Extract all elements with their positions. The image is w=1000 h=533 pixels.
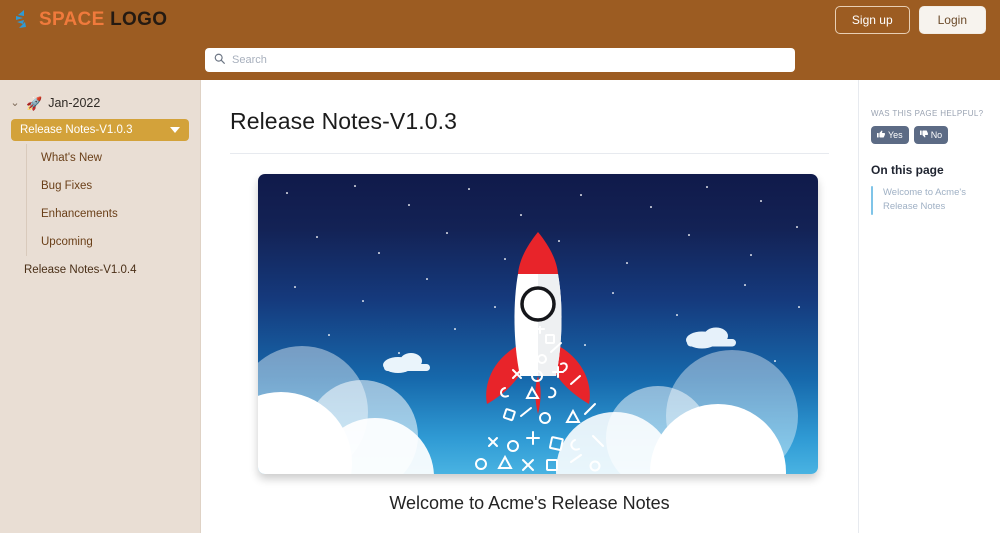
rocket-launch-illustration: [258, 174, 818, 474]
search-icon: [214, 51, 225, 69]
brand-name-primary: SPACE: [39, 9, 105, 30]
vote-no-button[interactable]: No: [913, 126, 949, 144]
sidebar-subnav: What's New Bug Fixes Enhancements Upcomi…: [26, 144, 200, 256]
rocket-icon: 🚀: [26, 95, 43, 111]
search-container[interactable]: [205, 48, 795, 72]
sidebar-item-bug-fixes[interactable]: Bug Fixes: [41, 172, 200, 200]
login-button[interactable]: Login: [918, 6, 986, 34]
vote-yes-label: Yes: [888, 130, 903, 140]
sign-up-button[interactable]: Sign up: [834, 6, 910, 34]
caret-down-icon[interactable]: [170, 127, 180, 133]
small-cloud-left: [383, 353, 430, 373]
toc-item-welcome[interactable]: Welcome to Acme's Release Notes: [883, 186, 990, 215]
sidebar-active-item-label: Release Notes-V1.0.3: [20, 124, 133, 136]
top-header: SPACE LOGO Sign up Login: [0, 0, 1000, 40]
left-sidebar: ⌄ 🚀 Jan-2022 Release Notes-V1.0.3 What's…: [0, 80, 201, 533]
sidebar-item-release-notes-v104[interactable]: Release Notes-V1.0.4: [0, 256, 200, 284]
hero-image-wrap: [201, 154, 858, 474]
thumbs-down-icon: [919, 130, 928, 140]
sidebar-group-label: Jan-2022: [48, 96, 101, 110]
hero-caption: Welcome to Acme's Release Notes: [389, 493, 670, 513]
vote-yes-button[interactable]: Yes: [871, 126, 909, 144]
chevron-down-icon: ⌄: [10, 96, 20, 109]
sidebar-item-release-notes-v103[interactable]: Release Notes-V1.0.3: [11, 119, 189, 141]
page-helpful-label: WAS THIS PAGE HELPFUL?: [871, 109, 984, 118]
small-cloud-right: [686, 327, 736, 349]
thumbs-up-icon: [877, 130, 885, 140]
toc-active-indicator: [871, 186, 873, 215]
header-actions: Sign up Login: [834, 6, 986, 34]
spark-burst-icon: [14, 8, 36, 32]
search-input[interactable]: [232, 54, 786, 66]
toc-list: Welcome to Acme's Release Notes: [871, 186, 990, 215]
brand-logo[interactable]: SPACE LOGO: [14, 8, 167, 32]
vote-no-label: No: [930, 130, 943, 140]
main-content: Release Notes-V1.0.3 Welcome to Acme's R…: [201, 80, 858, 533]
page-title: Release Notes-V1.0.3: [230, 108, 458, 134]
sidebar-group-jan-2022[interactable]: ⌄ 🚀 Jan-2022: [0, 90, 200, 116]
right-panel: WAS THIS PAGE HELPFUL? Yes No On this pa…: [858, 80, 1000, 533]
sidebar-item-whats-new[interactable]: What's New: [41, 144, 200, 172]
page-helpful-buttons: Yes No: [871, 126, 990, 144]
brand-name-secondary: LOGO: [110, 9, 168, 30]
search-bar-strip: [0, 40, 1000, 80]
sidebar-item-upcoming[interactable]: Upcoming: [41, 228, 200, 256]
sidebar-item-enhancements[interactable]: Enhancements: [41, 200, 200, 228]
on-this-page-title: On this page: [871, 163, 944, 177]
